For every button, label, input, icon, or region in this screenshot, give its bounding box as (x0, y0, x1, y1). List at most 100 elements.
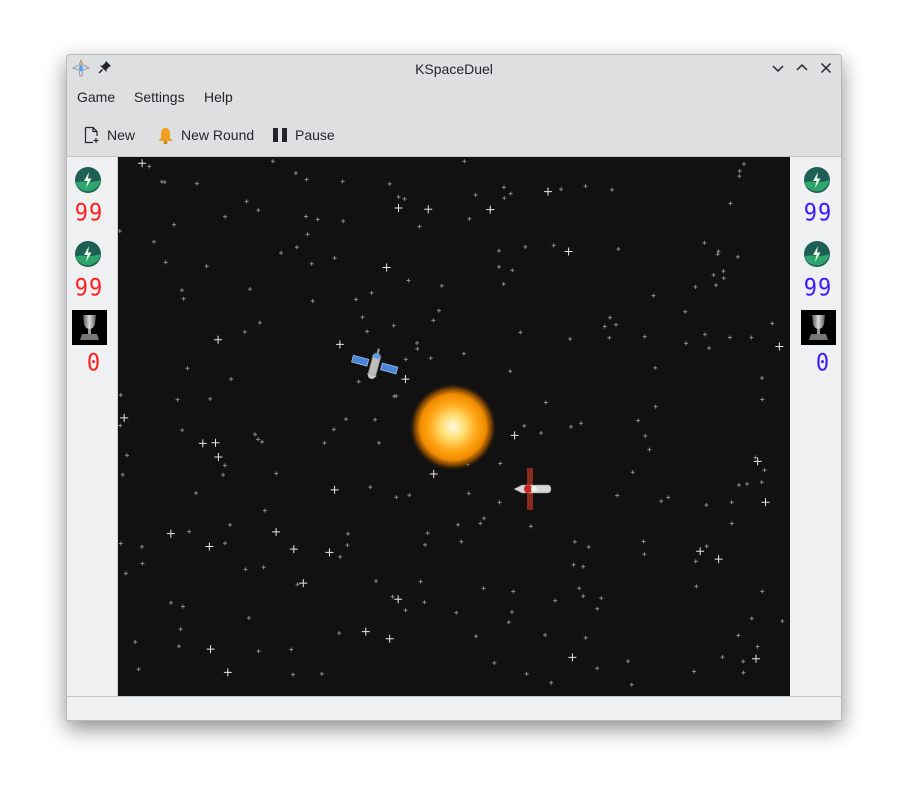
new-label: New (107, 127, 136, 143)
star (714, 555, 723, 564)
star (568, 653, 577, 662)
star (702, 332, 707, 337)
star (118, 541, 123, 546)
star (474, 634, 479, 639)
titlebar[interactable]: KSpaceDuel (67, 55, 841, 82)
star (243, 567, 248, 572)
star (755, 644, 760, 649)
star (162, 180, 167, 185)
star (248, 287, 253, 292)
star (151, 239, 156, 244)
star (780, 619, 785, 624)
star (741, 162, 746, 167)
star (205, 542, 214, 551)
maximize-icon[interactable] (794, 60, 810, 76)
pause-button[interactable]: Pause (271, 121, 335, 149)
star (720, 655, 725, 660)
new-round-label: New Round (181, 127, 255, 143)
star (528, 524, 533, 529)
star (387, 181, 392, 186)
star (539, 431, 544, 436)
star (583, 635, 588, 640)
star (522, 423, 527, 428)
star (595, 666, 600, 671)
close-icon[interactable] (818, 60, 834, 76)
star (716, 249, 721, 254)
star (759, 375, 764, 380)
star (139, 544, 144, 549)
star (120, 472, 125, 477)
star (715, 252, 720, 257)
star (497, 500, 502, 505)
star (760, 589, 765, 594)
star (481, 516, 486, 521)
star (759, 480, 764, 485)
star (653, 404, 658, 409)
menu-help[interactable]: Help (204, 89, 233, 105)
star (496, 248, 501, 253)
star (163, 260, 168, 265)
star (168, 600, 173, 605)
star (543, 400, 548, 405)
new-round-button[interactable]: New Round (156, 121, 254, 149)
star (549, 680, 554, 685)
star (752, 654, 761, 663)
star (394, 203, 403, 212)
menu-game[interactable]: Game (77, 89, 115, 105)
player-ship-red (513, 468, 552, 510)
app-window: KSpaceDuel Game Settings Help New New Ro… (66, 54, 842, 721)
star (290, 672, 295, 677)
star (118, 392, 123, 397)
star (270, 159, 275, 164)
star (492, 661, 497, 666)
game-arena[interactable] (118, 157, 790, 696)
menu-settings[interactable]: Settings (134, 89, 185, 105)
star (729, 500, 734, 505)
star (436, 308, 441, 313)
star (140, 561, 145, 566)
star (147, 164, 152, 169)
star (629, 682, 634, 687)
star (737, 168, 742, 173)
star (361, 627, 370, 636)
star (586, 544, 591, 549)
star (315, 217, 320, 222)
star (502, 196, 507, 201)
star (431, 318, 436, 323)
star (581, 564, 586, 569)
star (704, 544, 709, 549)
star (118, 423, 123, 428)
energy-icon (804, 241, 830, 267)
star (391, 323, 396, 328)
document-new-icon (84, 126, 99, 144)
star (425, 531, 430, 536)
star (293, 171, 298, 176)
new-button[interactable]: New (83, 121, 135, 149)
star (579, 421, 584, 426)
star (194, 181, 199, 186)
star (501, 185, 506, 190)
star (374, 578, 379, 583)
star (176, 644, 181, 649)
star (228, 522, 233, 527)
star (683, 309, 688, 314)
star (208, 396, 213, 401)
star (553, 598, 558, 603)
star (332, 255, 337, 260)
star (417, 224, 422, 229)
star (518, 330, 523, 335)
star (753, 455, 758, 460)
star (180, 604, 185, 609)
star (467, 216, 472, 221)
star (577, 586, 582, 591)
minimize-icon[interactable] (770, 60, 786, 76)
star (256, 437, 261, 442)
star (745, 481, 750, 486)
star (456, 522, 461, 527)
star (647, 447, 652, 452)
bell-icon (158, 127, 173, 144)
left-hitpoints-display: 99 (74, 199, 104, 228)
star (180, 428, 185, 433)
player-ship-blue (351, 348, 399, 380)
star (330, 485, 339, 494)
